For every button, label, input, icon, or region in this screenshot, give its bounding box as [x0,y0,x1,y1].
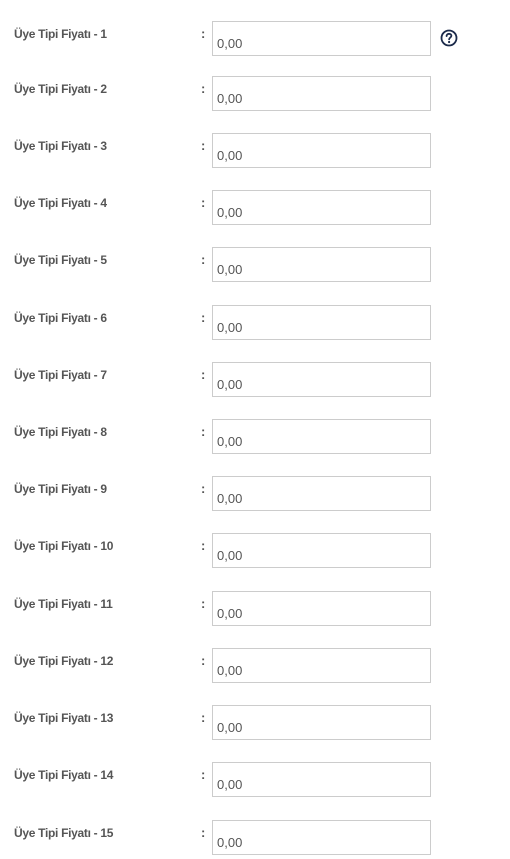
price-input-8[interactable] [212,419,431,454]
price-label-11: Üye Tipi Fiyatı - 11 [14,597,113,611]
price-label-12: Üye Tipi Fiyatı - 12 [14,654,114,668]
price-label-5: Üye Tipi Fiyatı - 5 [14,253,107,267]
colon-separator: : [201,825,206,840]
question-circle-icon[interactable] [440,29,458,47]
price-input-11[interactable] [212,591,431,626]
price-input-1[interactable] [212,21,431,56]
colon-separator: : [201,310,206,325]
price-row-15: Üye Tipi Fiyatı - 15 : [0,820,510,856]
price-label-8: Üye Tipi Fiyatı - 8 [14,425,107,439]
price-input-5[interactable] [212,247,431,282]
price-row-10: Üye Tipi Fiyatı - 10 : [0,533,510,569]
colon-separator: : [201,26,206,41]
price-input-4[interactable] [212,190,431,225]
price-row-7: Üye Tipi Fiyatı - 7 : [0,362,510,398]
price-label-4: Üye Tipi Fiyatı - 4 [14,196,107,210]
price-row-5: Üye Tipi Fiyatı - 5 : [0,247,510,283]
price-label-2: Üye Tipi Fiyatı - 2 [14,82,107,96]
price-row-1: Üye Tipi Fiyatı - 1 : [0,21,510,57]
price-row-12: Üye Tipi Fiyatı - 12 : [0,648,510,684]
price-row-8: Üye Tipi Fiyatı - 8 : [0,419,510,455]
price-input-7[interactable] [212,362,431,397]
price-row-2: Üye Tipi Fiyatı - 2 : [0,76,510,112]
price-label-10: Üye Tipi Fiyatı - 10 [14,539,114,553]
colon-separator: : [201,367,206,382]
colon-separator: : [201,252,206,267]
price-label-1: Üye Tipi Fiyatı - 1 [14,27,107,41]
colon-separator: : [201,653,206,668]
colon-separator: : [201,538,206,553]
colon-separator: : [201,81,206,96]
price-input-12[interactable] [212,648,431,683]
price-label-6: Üye Tipi Fiyatı - 6 [14,311,107,325]
price-row-14: Üye Tipi Fiyatı - 14 : [0,762,510,798]
price-label-14: Üye Tipi Fiyatı - 14 [14,768,114,782]
price-row-13: Üye Tipi Fiyatı - 13 : [0,705,510,741]
price-row-11: Üye Tipi Fiyatı - 11 : [0,591,510,627]
price-row-6: Üye Tipi Fiyatı - 6 : [0,305,510,341]
price-label-7: Üye Tipi Fiyatı - 7 [14,368,107,382]
colon-separator: : [201,424,206,439]
colon-separator: : [201,481,206,496]
price-label-3: Üye Tipi Fiyatı - 3 [14,139,107,153]
price-input-2[interactable] [212,76,431,111]
colon-separator: : [201,710,206,725]
colon-separator: : [201,195,206,210]
price-input-9[interactable] [212,476,431,511]
colon-separator: : [201,138,206,153]
price-row-3: Üye Tipi Fiyatı - 3 : [0,133,510,169]
price-input-10[interactable] [212,533,431,568]
price-input-14[interactable] [212,762,431,797]
price-input-13[interactable] [212,705,431,740]
colon-separator: : [201,767,206,782]
price-input-3[interactable] [212,133,431,168]
price-row-4: Üye Tipi Fiyatı - 4 : [0,190,510,226]
price-row-9: Üye Tipi Fiyatı - 9 : [0,476,510,512]
price-input-6[interactable] [212,305,431,340]
colon-separator: : [201,596,206,611]
price-label-15: Üye Tipi Fiyatı - 15 [14,826,114,840]
price-label-9: Üye Tipi Fiyatı - 9 [14,482,107,496]
price-label-13: Üye Tipi Fiyatı - 13 [14,711,114,725]
price-input-15[interactable] [212,820,431,855]
